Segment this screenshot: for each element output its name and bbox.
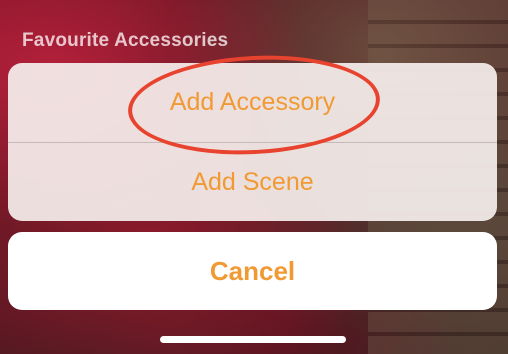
- action-sheet-group: Add Accessory Add Scene: [8, 63, 497, 221]
- home-indicator[interactable]: [160, 336, 346, 343]
- section-title: Favourite Accessories: [22, 30, 229, 51]
- add-accessory-button[interactable]: Add Accessory: [8, 63, 497, 142]
- cancel-button[interactable]: Cancel: [8, 232, 497, 310]
- add-scene-button[interactable]: Add Scene: [8, 143, 497, 221]
